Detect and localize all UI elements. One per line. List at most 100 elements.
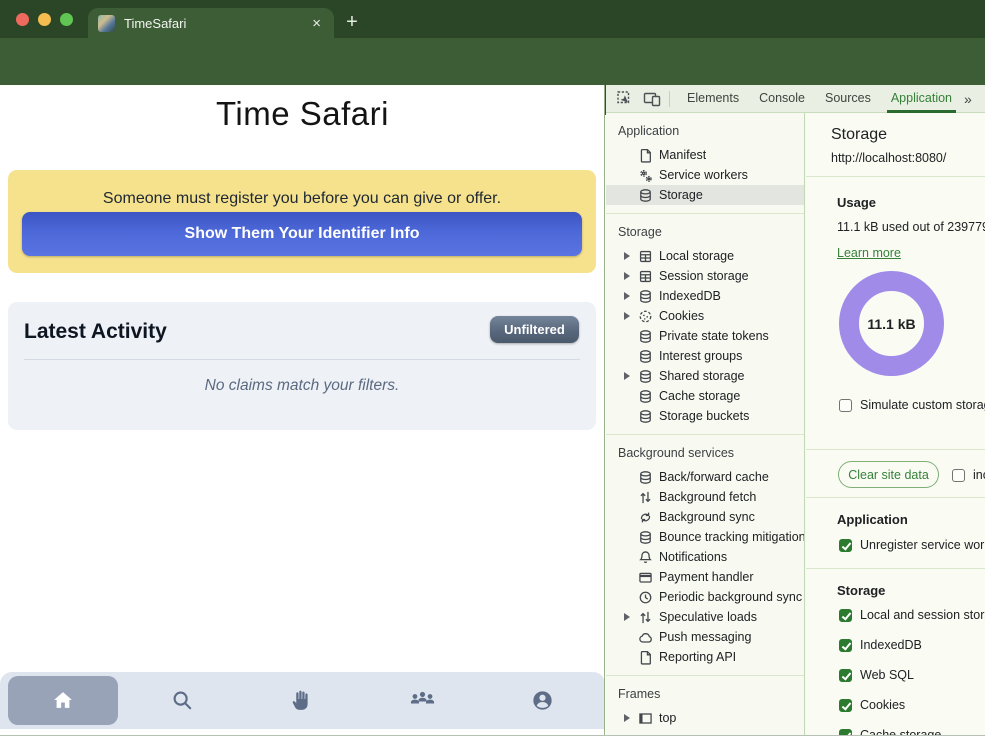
checkbox-indexeddb[interactable]: IndexedDB	[839, 638, 922, 652]
sidebar-item-label: Private state tokens	[659, 329, 769, 343]
checkbox-checked-icon[interactable]	[839, 639, 852, 652]
sidebar-item-label: Interest groups	[659, 349, 742, 363]
devtools-tab-elements[interactable]: Elements	[677, 85, 749, 113]
sidebar-item-manifest[interactable]: Manifest	[606, 145, 804, 165]
checkbox-checked-icon[interactable]	[839, 669, 852, 682]
close-tab-icon[interactable]: ×	[309, 16, 324, 31]
sidebar-item-label: top	[659, 711, 676, 725]
minimize-window-button[interactable]	[38, 13, 51, 26]
inspect-element-icon[interactable]	[614, 89, 634, 109]
sidebar-item-speculative-loads[interactable]: Speculative loads	[606, 607, 804, 627]
sidebar-section-frames: Framestop	[606, 676, 804, 736]
sidebar-item-push-messaging[interactable]: Push messaging	[606, 627, 804, 647]
sidebar-item-shared-storage[interactable]: Shared storage	[606, 366, 804, 386]
nav-offers-button[interactable]	[247, 676, 357, 725]
checkbox-web-sql[interactable]: Web SQL	[839, 668, 914, 682]
checkbox-cookies[interactable]: Cookies	[839, 698, 905, 712]
close-window-button[interactable]	[16, 13, 29, 26]
clear-site-data-button[interactable]: Clear site data	[838, 461, 939, 488]
sidebar-item-reporting-api[interactable]: Reporting API	[606, 647, 804, 667]
sidebar-item-notifications[interactable]: Notifications	[606, 547, 804, 567]
sidebar-item-service-workers[interactable]: Service workers	[606, 165, 804, 185]
device-toolbar-icon[interactable]	[642, 89, 662, 109]
checkbox-unregister-service-workers[interactable]: Unregister service workers	[839, 538, 985, 552]
sidebar-item-label: Storage buckets	[659, 409, 749, 423]
updown-icon	[638, 490, 653, 505]
nav-contacts-button[interactable]	[367, 676, 477, 725]
sidebar-item-indexeddb[interactable]: IndexedDB	[606, 286, 804, 306]
table-icon	[638, 249, 653, 264]
expand-triangle-icon[interactable]	[624, 372, 630, 380]
nav-profile-button[interactable]	[487, 676, 597, 725]
sidebar-item-cookies[interactable]: Cookies	[606, 306, 804, 326]
tab-title: TimeSafari	[124, 16, 309, 31]
database-icon	[638, 329, 653, 344]
browser-tab[interactable]: TimeSafari ×	[88, 8, 334, 38]
simulate-quota-checkbox[interactable]: Simulate custom storage quota	[839, 398, 985, 412]
sidebar-item-top[interactable]: top	[606, 708, 804, 728]
include-cookies-checkbox[interactable]: including third-party cookies	[952, 468, 985, 482]
sidebar-item-label: Background fetch	[659, 490, 756, 504]
sidebar-item-periodic-background-sync[interactable]: Periodic background sync	[606, 587, 804, 607]
usage-heading: Usage	[837, 195, 876, 210]
maximize-window-button[interactable]	[60, 13, 73, 26]
learn-more-link[interactable]: Learn more	[837, 246, 901, 260]
checkbox-local-and-session-storage[interactable]: Local and session storage	[839, 608, 985, 622]
storage-origin: http://localhost:8080/	[831, 151, 946, 165]
expand-triangle-icon[interactable]	[624, 714, 630, 722]
checkbox-label: Cookies	[860, 698, 905, 712]
sidebar-item-label: Back/forward cache	[659, 470, 769, 484]
expand-triangle-icon[interactable]	[624, 292, 630, 300]
sidebar-item-interest-groups[interactable]: Interest groups	[606, 346, 804, 366]
storage-section-heading: Storage	[837, 583, 885, 598]
nav-search-button[interactable]	[127, 676, 237, 725]
sidebar-item-session-storage[interactable]: Session storage	[606, 266, 804, 286]
sidebar-item-label: Service workers	[659, 168, 748, 182]
checkbox-checked-icon[interactable]	[839, 699, 852, 712]
sidebar-item-label: Bounce tracking mitigations	[659, 530, 804, 544]
sidebar-item-local-storage[interactable]: Local storage	[606, 246, 804, 266]
expand-triangle-icon[interactable]	[624, 613, 630, 621]
show-identifier-button[interactable]: Show Them Your Identifier Info	[22, 212, 582, 256]
storage-panel-title: Storage	[831, 126, 887, 144]
devtools-tabs: ElementsConsoleSourcesApplication	[677, 85, 962, 113]
sidebar-item-private-state-tokens[interactable]: Private state tokens	[606, 326, 804, 346]
toolbar-separator	[669, 91, 670, 107]
more-tabs-icon[interactable]: »	[964, 91, 972, 107]
panel-divider	[806, 449, 985, 450]
profile-icon	[530, 688, 555, 713]
sidebar-item-storage[interactable]: Storage	[606, 185, 804, 205]
nav-home-button[interactable]	[8, 676, 118, 725]
home-icon	[50, 688, 76, 714]
table-icon	[638, 269, 653, 284]
database-icon	[638, 369, 653, 384]
donut-usage-label: 11.1 kB	[867, 316, 915, 332]
sidebar-item-background-sync[interactable]: Background sync	[606, 507, 804, 527]
include-cookies-label: including third-party cookies	[973, 468, 985, 482]
checkbox-checked-icon[interactable]	[839, 539, 852, 552]
devtools-tab-application[interactable]: Application	[881, 85, 962, 113]
sidebar-item-cache-storage[interactable]: Cache storage	[606, 386, 804, 406]
storage-panel: Storage http://localhost:8080/ Usage 11.…	[806, 113, 985, 736]
sidebar-item-bounce-tracking-mitigations[interactable]: Bounce tracking mitigations	[606, 527, 804, 547]
checkbox-unchecked-icon[interactable]	[952, 469, 965, 482]
checkbox-checked-icon[interactable]	[839, 609, 852, 622]
expand-triangle-icon[interactable]	[624, 272, 630, 280]
checkbox-cache-storage[interactable]: Cache storage	[839, 728, 941, 736]
sidebar-item-background-fetch[interactable]: Background fetch	[606, 487, 804, 507]
checkbox-checked-icon[interactable]	[839, 729, 852, 736]
devtools-tab-sources[interactable]: Sources	[815, 85, 881, 113]
database-icon	[638, 409, 653, 424]
sidebar-item-back-forward-cache[interactable]: Back/forward cache	[606, 467, 804, 487]
checkbox-unchecked-icon[interactable]	[839, 399, 852, 412]
database-icon	[638, 349, 653, 364]
devtools-tab-console[interactable]: Console	[749, 85, 815, 113]
unfiltered-button[interactable]: Unfiltered	[490, 316, 579, 343]
expand-triangle-icon[interactable]	[624, 312, 630, 320]
checkbox-label: Web SQL	[860, 668, 914, 682]
sidebar-item-payment-handler[interactable]: Payment handler	[606, 567, 804, 587]
new-tab-button[interactable]: +	[338, 8, 366, 36]
expand-triangle-icon[interactable]	[624, 252, 630, 260]
sidebar-item-storage-buckets[interactable]: Storage buckets	[606, 406, 804, 426]
frame-icon	[638, 711, 653, 726]
